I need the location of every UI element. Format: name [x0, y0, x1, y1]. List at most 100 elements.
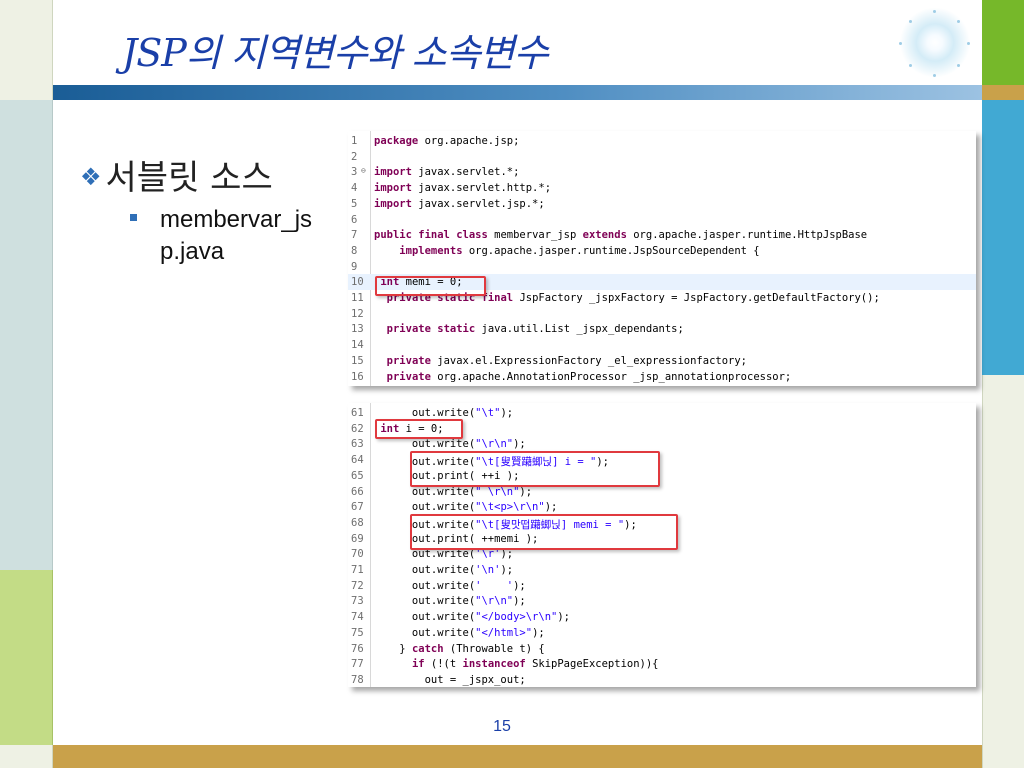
code-line: 73 out.write("\r\n"); [348, 593, 976, 609]
code-line: 8 implements org.apache.jasper.runtime.J… [348, 243, 976, 259]
diamond-bullet-icon: ❖ [80, 163, 102, 191]
line-number: 64 [351, 454, 364, 467]
code-text: out.write(" \r\n"); [374, 485, 533, 498]
line-number: 66 [351, 485, 364, 498]
right-decor-green [982, 0, 1024, 85]
line-number: 9 [351, 260, 358, 273]
line-number: 72 [351, 579, 364, 592]
right-decor-bottom [982, 745, 1024, 768]
code-line: 12 [348, 306, 976, 322]
code-line: 9 [348, 259, 976, 275]
line-number: 76 [351, 642, 364, 655]
right-decor-gold-strip [982, 85, 1024, 100]
line-number: 63 [351, 438, 364, 451]
code-line: 76 } catch (Throwable t) { [348, 641, 976, 657]
code-line: 77 if (!(t instanceof SkipPageException)… [348, 656, 976, 672]
line-number: 10 [351, 276, 364, 289]
line-number: 61 [351, 407, 364, 419]
code-line: 72 out.write(' '); [348, 578, 976, 594]
right-decor-light [982, 375, 1024, 745]
code-line: 7 public final class membervar_jsp extend… [348, 227, 976, 243]
line-number: 12 [351, 307, 364, 320]
bullet-level2-text: membervar_jsp.java [160, 206, 313, 265]
code-text: public final class membervar_jsp extends… [374, 229, 868, 242]
code-text: out.write("\t"); [374, 407, 514, 419]
code-text: } catch (Throwable t) { [374, 642, 545, 655]
line-number: 14 [351, 339, 364, 352]
line-number: 65 [351, 469, 364, 482]
highlight-i-declaration [375, 419, 463, 439]
line-number: 6 [351, 213, 358, 226]
code-line: 2 [348, 149, 976, 165]
code-text: out.write("</html>"); [374, 626, 545, 639]
page-number: 15 [493, 718, 511, 735]
line-number: 8 [351, 244, 358, 257]
code-line: 1 package org.apache.jsp; [348, 133, 976, 149]
right-decor-column [982, 0, 1024, 768]
right-decor-blue [982, 100, 1024, 375]
line-number: 2 [351, 150, 358, 163]
code-line: 5 import javax.servlet.jsp.*; [348, 196, 976, 212]
code-text: out.write('\r'); [374, 548, 514, 561]
line-number: 13 [351, 323, 364, 336]
code-line: 16 private org.apache.AnnotationProcesso… [348, 369, 976, 385]
code-text: out.write('\n'); [374, 564, 514, 576]
code-text: out.write("\r\n"); [374, 595, 526, 608]
code-line: 14 [348, 337, 976, 353]
code-text: private static java.util.List _jspx_depe… [386, 323, 684, 336]
code-text: out.write(' '); [374, 579, 526, 592]
header-band [53, 85, 982, 100]
highlight-memi-declaration [375, 276, 486, 296]
bullet-level1: ❖ 서블릿 소스 [80, 150, 273, 199]
sparkle-decoration [895, 8, 975, 80]
code-screenshot-1: 1 package org.apache.jsp; 2 3 ⊖ import javax.… [348, 131, 976, 386]
line-number: 69 [351, 532, 364, 545]
highlight-i-output [410, 451, 660, 487]
line-number: 3 [351, 166, 358, 179]
left-decor-bottom [0, 745, 53, 768]
code-line: 4 import javax.servlet.http.*; [348, 180, 976, 196]
code-text: out.write("</body>\r\n"); [374, 611, 570, 624]
bullet-level1-text: 서블릿 소스 [105, 158, 273, 198]
square-bullet-icon [130, 214, 137, 221]
left-decor-green [0, 570, 53, 745]
code-line: 75 out.write("</html>"); [348, 625, 976, 641]
code-text: out = _jspx_out; [374, 673, 526, 686]
code-text: private org.apache.AnnotationProcessor _… [386, 370, 792, 383]
code-line: 3 ⊖ import javax.servlet.*; [348, 164, 976, 180]
line-number: 62 [351, 422, 364, 435]
line-number: 16 [351, 370, 364, 383]
left-decor-column [0, 0, 53, 768]
code-line: 15 private javax.el.ExpressionFactory _e… [348, 353, 976, 369]
line-number: 67 [351, 501, 364, 514]
code-line: 67 out.write("\t<p>\r\n"); [348, 499, 976, 515]
code-text: import javax.servlet.*; [374, 166, 520, 179]
code-text: package org.apache.jsp; [374, 135, 520, 147]
code-text: out.write("\t<p>\r\n"); [374, 501, 558, 514]
left-decor-middle [0, 100, 53, 570]
line-number: 70 [351, 548, 364, 561]
line-number: 11 [351, 292, 364, 304]
line-number: 78 [351, 673, 364, 686]
code-text: import javax.servlet.jsp.*; [374, 197, 545, 210]
fold-icon: ⊖ [361, 166, 366, 176]
line-number: 5 [351, 197, 358, 210]
line-number: 7 [351, 229, 358, 242]
line-number: 75 [351, 626, 364, 639]
line-number: 1 [351, 135, 358, 147]
code-line: 78 out = _jspx_out; [348, 672, 976, 687]
code-line: 71 out.write('\n'); [348, 562, 976, 578]
code-line: 13 private static java.util.List _jspx_d… [348, 321, 976, 337]
code-line: 6 [348, 212, 976, 228]
code-text: implements org.apache.jasper.runtime.Jsp… [399, 244, 760, 257]
line-number: 74 [351, 611, 364, 624]
code-text: out.write("\r\n"); [374, 438, 526, 451]
line-number: 4 [351, 182, 358, 195]
code-text: import javax.servlet.http.*; [374, 182, 552, 195]
line-number: 68 [351, 516, 364, 529]
line-number: 77 [351, 658, 364, 671]
line-number: 71 [351, 564, 364, 576]
line-number: 15 [351, 354, 364, 367]
left-decor-top [0, 0, 53, 100]
highlight-memi-output [410, 514, 678, 550]
